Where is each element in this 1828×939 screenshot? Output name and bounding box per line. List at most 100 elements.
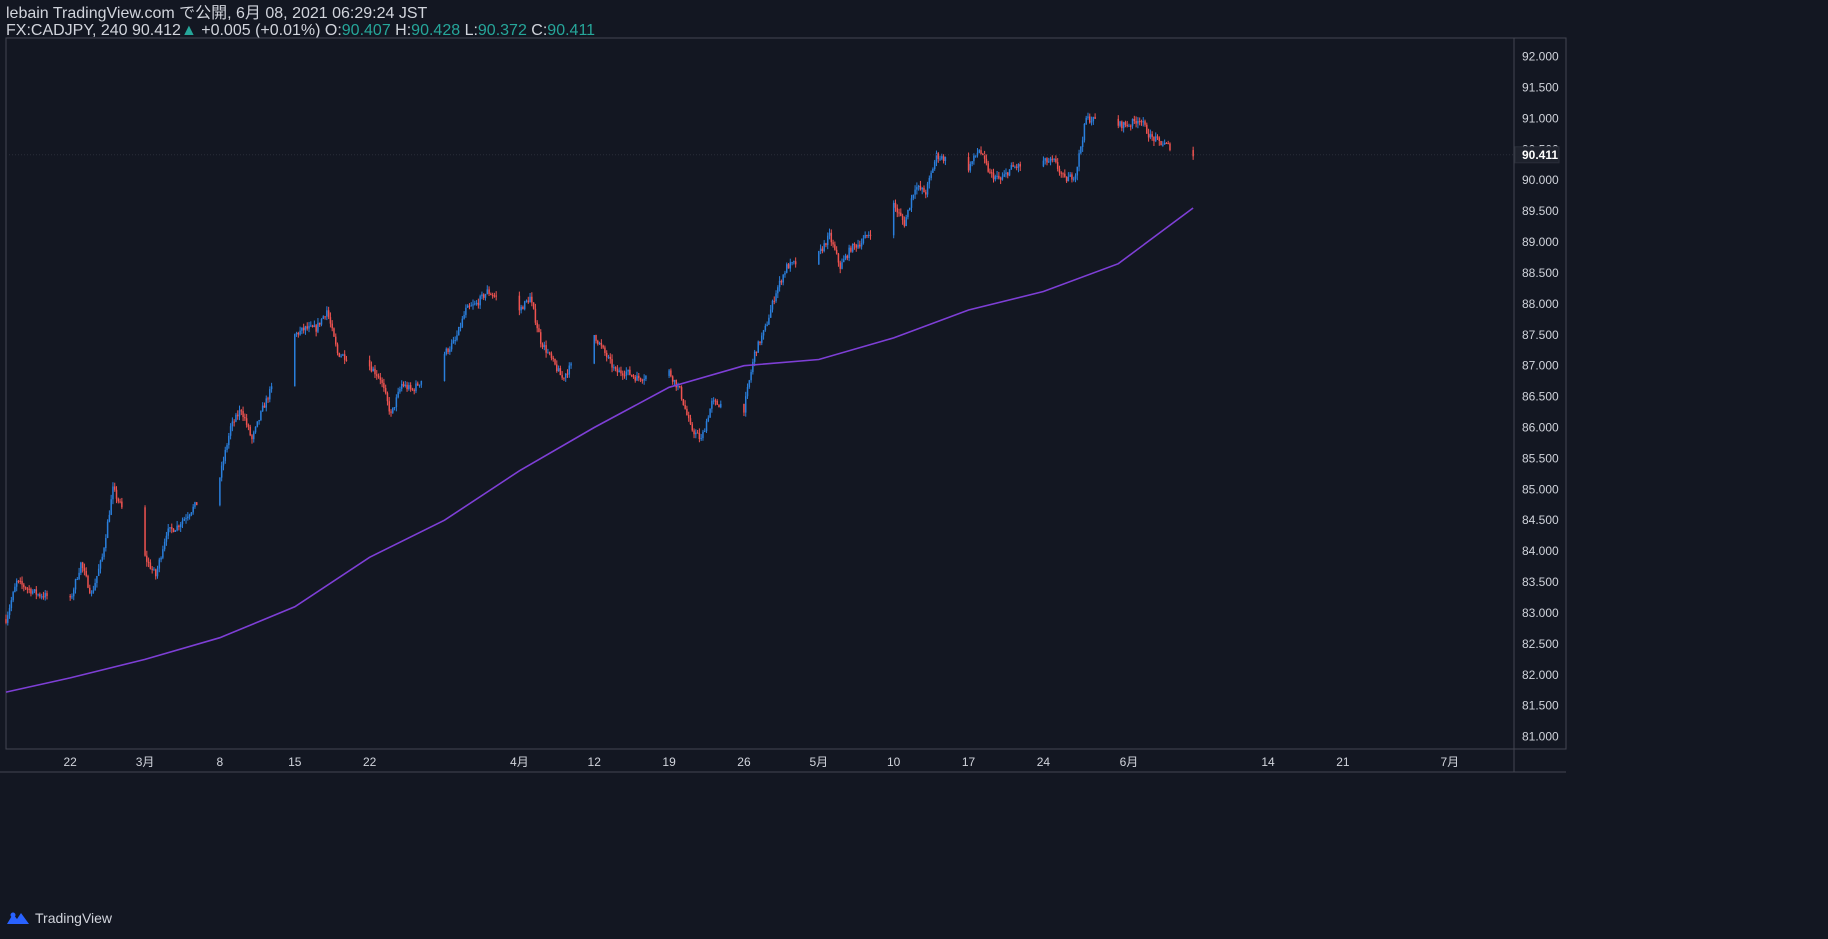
candle-body xyxy=(712,400,715,402)
candle-body xyxy=(917,185,920,188)
candle-body xyxy=(566,373,569,375)
candle-body xyxy=(928,177,931,184)
candle-body xyxy=(1042,160,1045,167)
candle-body xyxy=(76,579,79,581)
time-tick-label: 24 xyxy=(1037,755,1051,769)
candle-body xyxy=(864,235,866,239)
candle-body xyxy=(226,445,228,451)
candle-body xyxy=(162,549,164,558)
candle-body xyxy=(395,397,398,408)
candle-body xyxy=(1090,121,1093,123)
candle-body xyxy=(163,541,166,550)
candle-body xyxy=(673,379,676,382)
candle-body xyxy=(240,410,243,412)
candle-body xyxy=(179,524,182,528)
candle-body xyxy=(930,172,932,178)
candle-body xyxy=(1149,134,1152,138)
candle-body xyxy=(417,383,419,386)
candle-body xyxy=(236,414,239,417)
candle-body xyxy=(841,262,843,269)
candle-body xyxy=(942,156,945,162)
candle-body xyxy=(12,592,14,601)
candle-body xyxy=(677,385,679,388)
candle-body xyxy=(869,234,872,236)
candle-body xyxy=(1156,136,1159,138)
candle-body xyxy=(1128,125,1130,127)
candle-body xyxy=(475,302,478,304)
candle-body xyxy=(402,383,405,387)
candle-body xyxy=(160,557,162,560)
candle-body xyxy=(552,358,554,360)
tradingview-brand[interactable]: TradingView xyxy=(6,910,112,926)
candle-body xyxy=(534,308,537,323)
candle-body xyxy=(780,280,783,283)
candle-body xyxy=(605,352,608,358)
candle-body xyxy=(1055,158,1057,163)
candle-body xyxy=(172,528,175,532)
candle-body xyxy=(545,345,547,353)
candle-body xyxy=(1056,162,1059,169)
candle-body xyxy=(746,387,749,397)
candle-body xyxy=(404,384,407,387)
candle-body xyxy=(752,361,754,373)
candle-body xyxy=(244,417,246,419)
candle-body xyxy=(87,575,89,588)
candle-body xyxy=(556,364,558,372)
time-tick-label: 15 xyxy=(288,755,302,769)
candle-body xyxy=(793,261,795,263)
candle-body xyxy=(1165,142,1168,144)
candle-body xyxy=(443,354,446,382)
candle-body xyxy=(167,528,169,536)
candle-body xyxy=(707,417,710,422)
candle-body xyxy=(668,370,670,376)
candle-body xyxy=(386,393,389,402)
candle-body xyxy=(311,325,314,327)
brand-name: TradingView xyxy=(35,910,113,926)
price-tick-label: 88.000 xyxy=(1522,297,1559,311)
price-chart[interactable]: 92.00091.50091.00090.50090.00089.50089.0… xyxy=(0,0,1828,939)
candle-body xyxy=(490,293,492,295)
candle-body xyxy=(261,405,264,412)
candle-body xyxy=(415,383,417,392)
candle-body xyxy=(326,310,328,317)
candle-body xyxy=(523,301,526,310)
candle-body xyxy=(400,383,403,389)
candle-body xyxy=(295,332,298,335)
candle-body xyxy=(1133,118,1136,122)
candle-body xyxy=(222,460,225,466)
candle-body xyxy=(149,562,152,569)
candle-body xyxy=(643,378,645,381)
candle-body xyxy=(340,355,342,357)
candle-body xyxy=(1058,168,1061,173)
candle-body xyxy=(1158,137,1161,141)
candle-body xyxy=(919,185,922,190)
candle-body xyxy=(762,330,765,336)
candle-body xyxy=(406,384,408,390)
candle-body xyxy=(828,232,831,236)
candle-body xyxy=(376,374,378,376)
candle-body xyxy=(83,567,86,571)
candle-body xyxy=(595,335,597,341)
candle-body xyxy=(110,499,112,515)
candle-body xyxy=(614,367,617,369)
candle-body xyxy=(705,421,708,432)
time-tick-label: 22 xyxy=(363,755,377,769)
candle-body xyxy=(784,272,786,275)
candle-body xyxy=(611,359,613,368)
time-tick-label: 7月 xyxy=(1440,755,1459,769)
candle-body xyxy=(832,242,834,245)
price-tick-label: 85.500 xyxy=(1522,451,1559,465)
candle-body xyxy=(892,202,895,236)
candle-body xyxy=(313,325,316,327)
candle-body xyxy=(550,353,553,359)
candle-body xyxy=(459,326,462,328)
candle-body xyxy=(691,424,694,431)
candle-body xyxy=(769,309,772,318)
candle-body xyxy=(597,340,599,344)
candle-body xyxy=(1126,124,1128,127)
candle-body xyxy=(593,335,595,364)
candle-body xyxy=(121,501,123,508)
candle-body xyxy=(1007,172,1009,176)
candle-body xyxy=(383,382,385,389)
candle-body xyxy=(564,373,567,378)
